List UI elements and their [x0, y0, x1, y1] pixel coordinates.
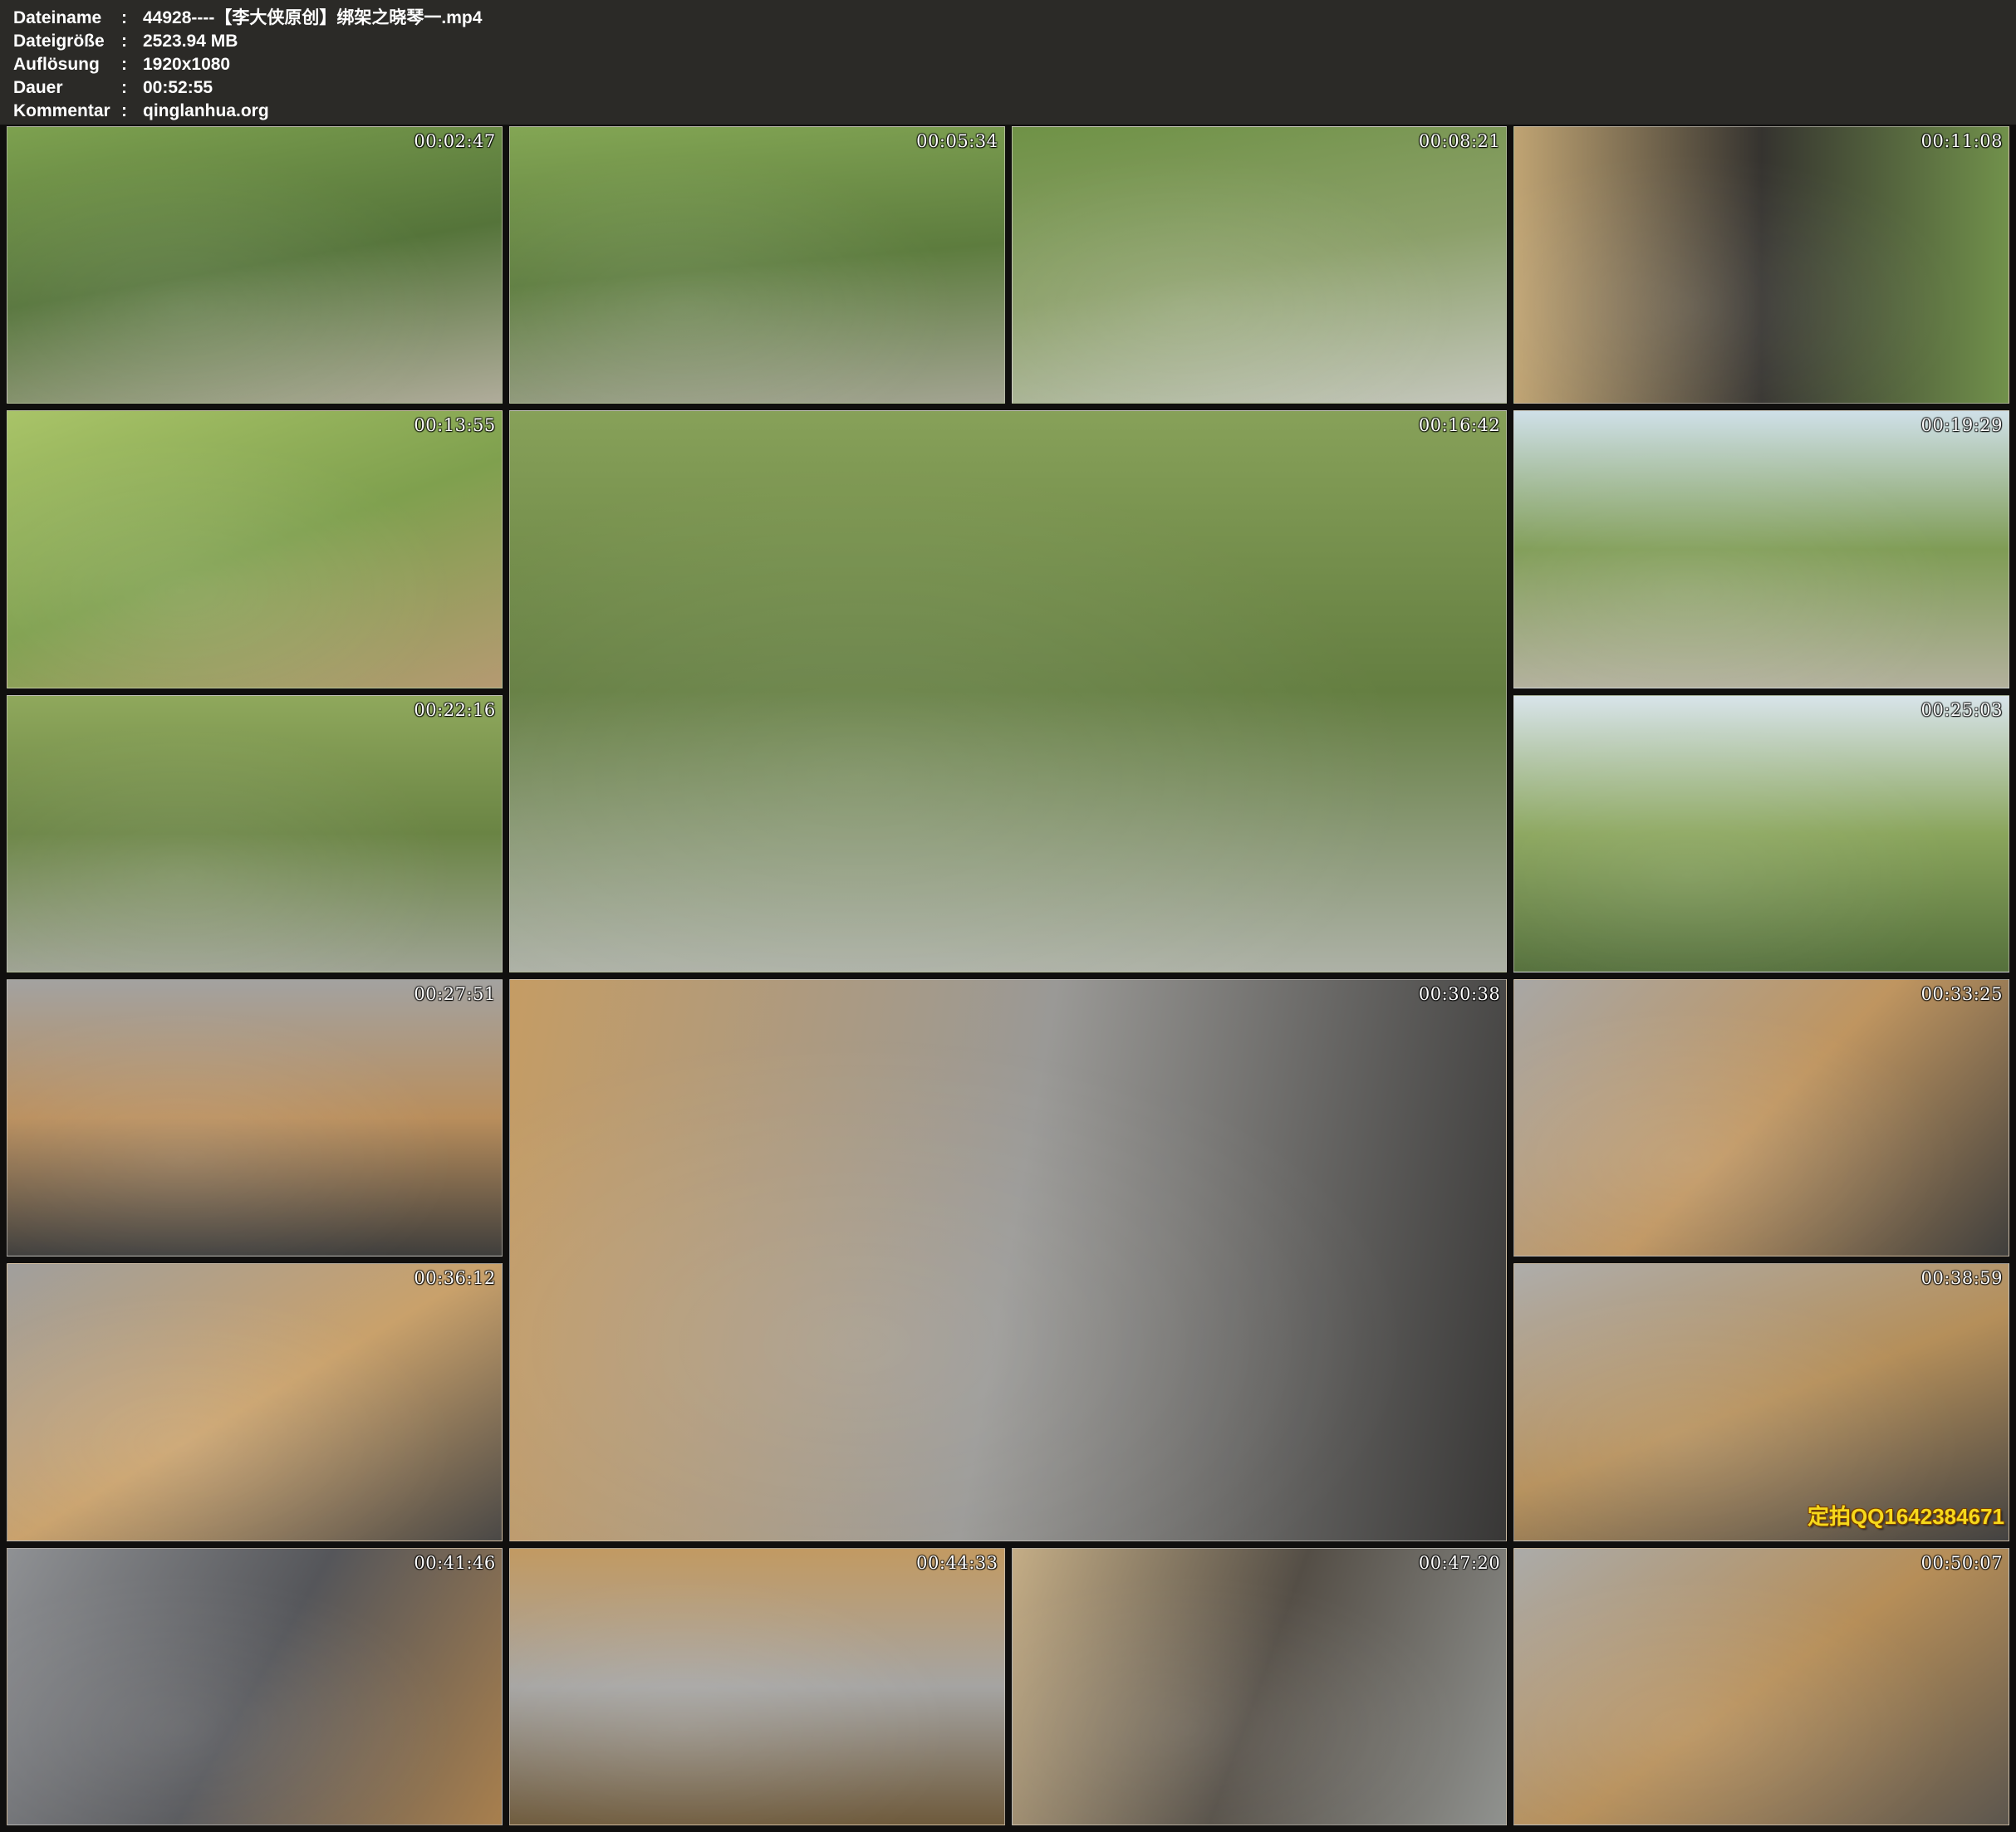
- video-thumbnail: 00:41:46: [7, 1548, 503, 1825]
- file-info-separator: :: [121, 7, 143, 30]
- timestamp-overlay: 00:27:51: [414, 984, 495, 1004]
- video-thumbnail: 00:08:21: [1012, 126, 1508, 404]
- timestamp-overlay: 00:19:29: [1921, 415, 2003, 435]
- file-info-label: Auflösung: [13, 53, 121, 76]
- contact-sheet: Dateiname:44928----【李大侠原创】绑架之晓琴一.mp4Date…: [0, 0, 2016, 1832]
- file-info-label: Dateiname: [13, 7, 121, 30]
- file-info-header: Dateiname:44928----【李大侠原创】绑架之晓琴一.mp4Date…: [0, 0, 2016, 125]
- timestamp-overlay: 00:02:47: [414, 131, 495, 151]
- video-thumbnail: 00:05:34: [509, 126, 1005, 404]
- file-info-separator: :: [121, 76, 143, 100]
- timestamp-overlay: 00:16:42: [1419, 415, 1500, 435]
- timestamp-overlay: 00:47:20: [1419, 1553, 1500, 1573]
- video-thumbnail: 00:02:47: [7, 126, 503, 404]
- file-info-value: 2523.94 MB: [143, 30, 2003, 53]
- timestamp-overlay: 00:25:03: [1921, 700, 2003, 720]
- file-info-separator: :: [121, 30, 143, 53]
- video-thumbnail: 00:27:51: [7, 979, 503, 1256]
- video-thumbnail: 00:25:03: [1513, 695, 2009, 972]
- timestamp-overlay: 00:44:33: [916, 1553, 998, 1573]
- timestamp-overlay: 00:36:12: [414, 1268, 495, 1288]
- file-info-label: Dauer: [13, 76, 121, 100]
- video-thumbnail: 00:30:38: [509, 979, 1508, 1541]
- qq-watermark: 定拍QQ1642384671: [1808, 1500, 2004, 1531]
- video-thumbnail: 00:36:12: [7, 1263, 503, 1541]
- timestamp-overlay: 00:38:59: [1921, 1268, 2003, 1288]
- timestamp-overlay: 00:22:16: [414, 700, 495, 720]
- video-thumbnail: 00:11:08: [1513, 126, 2009, 404]
- video-thumbnail: 00:19:29: [1513, 410, 2009, 688]
- timestamp-overlay: 00:41:46: [414, 1553, 495, 1573]
- video-thumbnail: 00:33:25: [1513, 979, 2009, 1256]
- video-thumbnail: 00:50:07: [1513, 1548, 2009, 1825]
- timestamp-overlay: 00:11:08: [1921, 131, 2003, 151]
- file-info-row: Kommentar:qinglanhua.org: [13, 100, 2003, 123]
- timestamp-overlay: 00:50:07: [1921, 1553, 2003, 1573]
- file-info-value: 44928----【李大侠原创】绑架之晓琴一.mp4: [143, 7, 2003, 30]
- video-thumbnail: 00:38:59 定拍QQ1642384671: [1513, 1263, 2009, 1541]
- file-info-row: Auflösung:1920x1080: [13, 53, 2003, 76]
- timestamp-overlay: 00:30:38: [1419, 984, 1500, 1004]
- file-info-separator: :: [121, 100, 143, 123]
- file-info-label: Kommentar: [13, 100, 121, 123]
- timestamp-overlay: 00:05:34: [916, 131, 998, 151]
- file-info-row: Dauer:00:52:55: [13, 76, 2003, 100]
- file-info-row: Dateiname:44928----【李大侠原创】绑架之晓琴一.mp4: [13, 7, 2003, 30]
- video-thumbnail: 00:22:16: [7, 695, 503, 972]
- file-info-separator: :: [121, 53, 143, 76]
- timestamp-overlay: 00:13:55: [414, 415, 495, 435]
- file-info-row: Dateigröße:2523.94 MB: [13, 30, 2003, 53]
- timestamp-overlay: 00:08:21: [1419, 131, 1500, 151]
- file-info-label: Dateigröße: [13, 30, 121, 53]
- video-thumbnail: 00:44:33: [509, 1548, 1005, 1825]
- video-thumbnail: 00:47:20: [1012, 1548, 1508, 1825]
- timestamp-overlay: 00:33:25: [1921, 984, 2003, 1004]
- file-info-value: qinglanhua.org: [143, 100, 2003, 123]
- video-thumbnail: 00:16:42: [509, 410, 1508, 972]
- thumbnail-grid: 00:02:47 00:05:34 00:08:21 00:11:08 00:13:55…: [0, 126, 2016, 1832]
- file-info-value: 00:52:55: [143, 76, 2003, 100]
- file-info-value: 1920x1080: [143, 53, 2003, 76]
- video-thumbnail: 00:13:55: [7, 410, 503, 688]
